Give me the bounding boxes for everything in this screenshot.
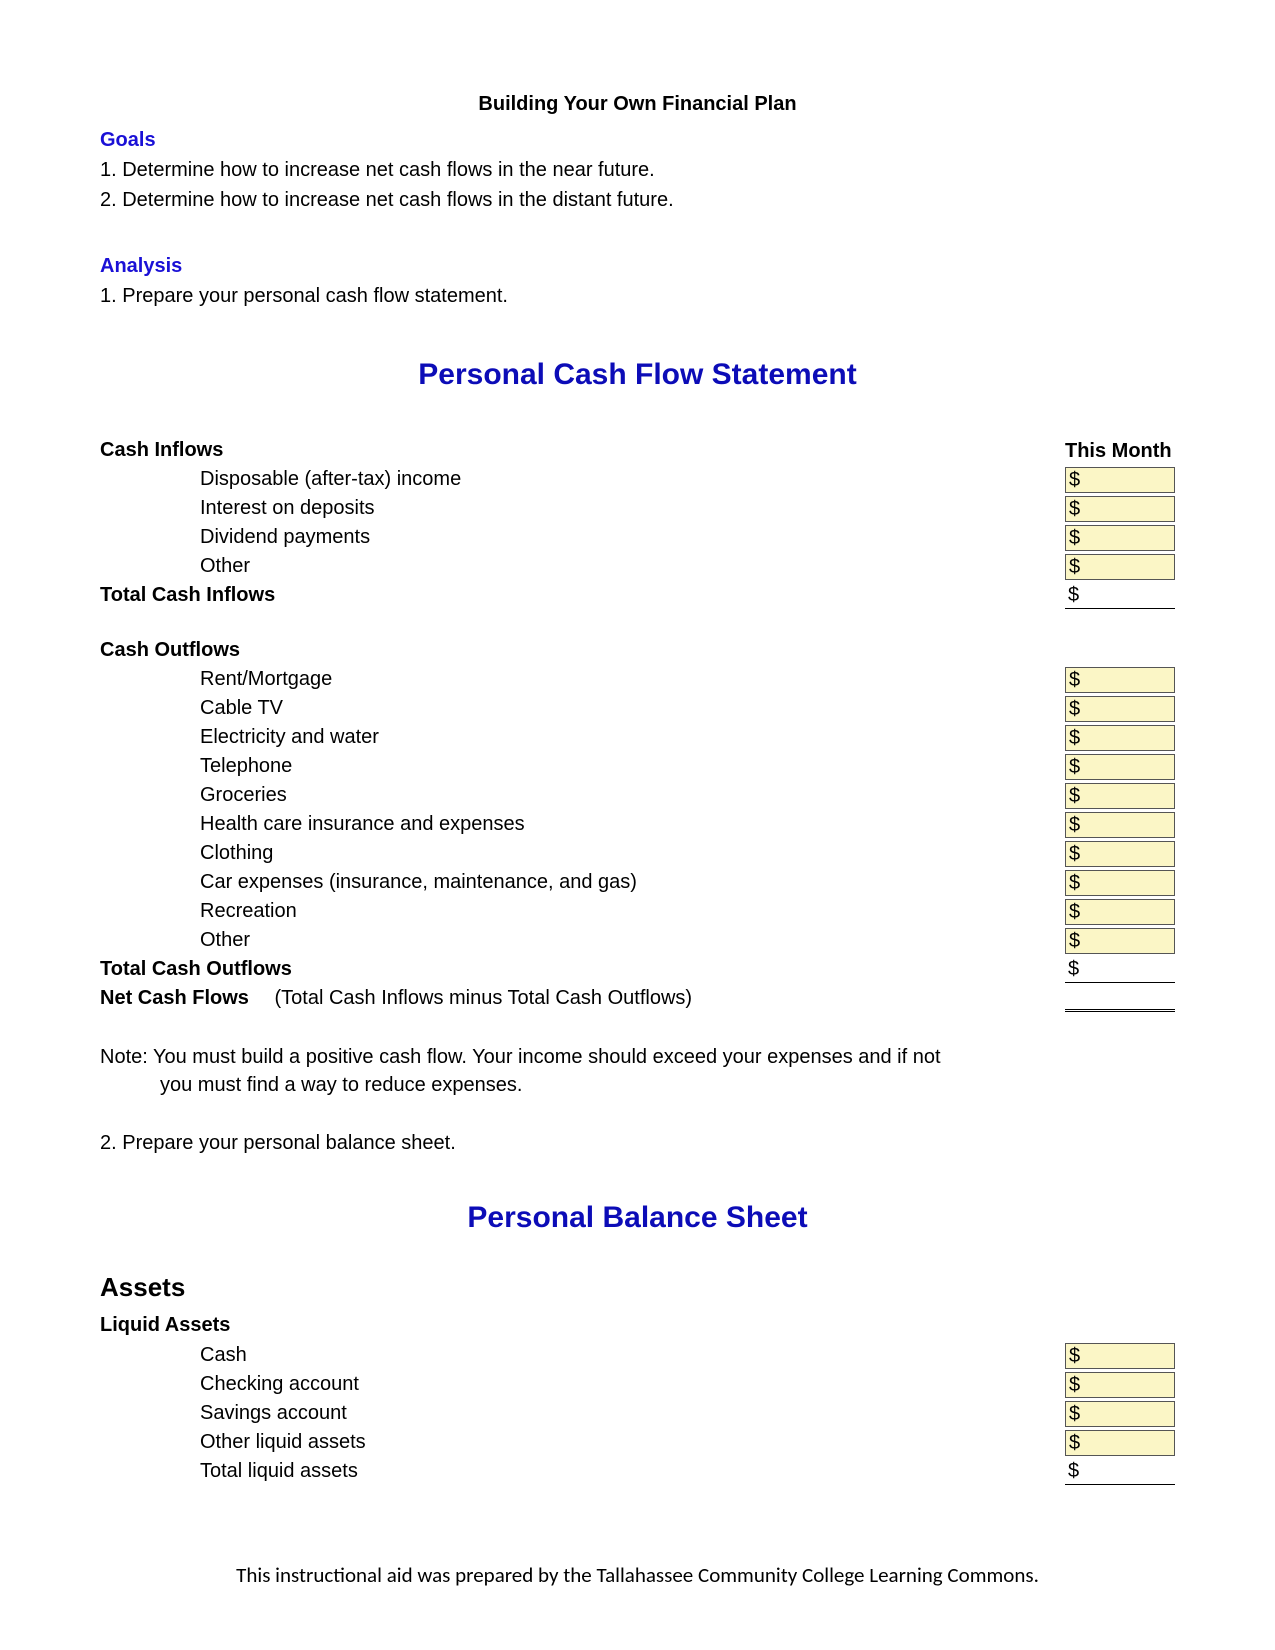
- footer-text: This instructional aid was prepared by t…: [0, 1561, 1275, 1590]
- inflow-input[interactable]: $: [1065, 554, 1175, 580]
- outflow-item-label: Car expenses (insurance, maintenance, an…: [100, 868, 1065, 897]
- outflow-input[interactable]: $: [1065, 928, 1175, 954]
- page-title: Building Your Own Financial Plan: [100, 90, 1175, 118]
- this-month-header: This Month: [1065, 436, 1175, 465]
- outflow-input[interactable]: $: [1065, 899, 1175, 925]
- outflow-input[interactable]: $: [1065, 812, 1175, 838]
- balance-sheet-title: Personal Balance Sheet: [100, 1197, 1175, 1239]
- outflow-item-label: Cable TV: [100, 694, 1065, 723]
- total-outflows-cell: $: [1065, 957, 1175, 983]
- total-outflows-label: Total Cash Outflows: [100, 955, 1065, 984]
- note-block: Note: You must build a positive cash flo…: [100, 1043, 1175, 1099]
- outflow-item-label: Groceries: [100, 781, 1065, 810]
- inflow-item-label: Dividend payments: [100, 523, 1065, 552]
- total-liquid-cell: $: [1065, 1459, 1175, 1485]
- total-liquid-label: Total liquid assets: [100, 1457, 1065, 1486]
- liquid-assets-block: Cash$ Checking account$ Savings account$…: [100, 1341, 1175, 1486]
- net-label-note: (Total Cash Inflows minus Total Cash Out…: [254, 987, 692, 1009]
- cash-outflows-block: Cash Outflows Rent/Mortgage$ Cable TV$ E…: [100, 636, 1175, 1013]
- note-line: you must find a way to reduce expenses.: [100, 1071, 1175, 1099]
- inflow-item-label: Disposable (after-tax) income: [100, 465, 1065, 494]
- goal-item: 1. Determine how to increase net cash fl…: [100, 156, 1175, 184]
- outflow-item-label: Other: [100, 926, 1065, 955]
- outflow-input[interactable]: $: [1065, 783, 1175, 809]
- inflow-input[interactable]: $: [1065, 525, 1175, 551]
- liquid-item-label: Cash: [100, 1341, 1065, 1370]
- outflow-item-label: Rent/Mortgage: [100, 665, 1065, 694]
- total-inflows-cell: $: [1065, 583, 1175, 609]
- outflow-input[interactable]: $: [1065, 754, 1175, 780]
- analysis-item-2: 2. Prepare your personal balance sheet.: [100, 1129, 1175, 1157]
- goal-item: 2. Determine how to increase net cash fl…: [100, 186, 1175, 214]
- outflow-input[interactable]: $: [1065, 870, 1175, 896]
- outflow-input[interactable]: $: [1065, 696, 1175, 722]
- cash-inflows-heading: Cash Inflows: [100, 436, 1065, 465]
- analysis-heading: Analysis: [100, 252, 1175, 280]
- liquid-input[interactable]: $: [1065, 1343, 1175, 1369]
- net-cash-flows-label: Net Cash Flows (Total Cash Inflows minus…: [100, 984, 1065, 1013]
- liquid-item-label: Checking account: [100, 1370, 1065, 1399]
- cash-outflows-heading: Cash Outflows: [100, 636, 1065, 665]
- outflow-item-label: Recreation: [100, 897, 1065, 926]
- outflow-item-label: Electricity and water: [100, 723, 1065, 752]
- outflow-input[interactable]: $: [1065, 841, 1175, 867]
- assets-heading: Assets: [100, 1269, 1175, 1305]
- liquid-item-label: Other liquid assets: [100, 1428, 1065, 1457]
- liquid-item-label: Savings account: [100, 1399, 1065, 1428]
- outflow-input[interactable]: $: [1065, 667, 1175, 693]
- liquid-assets-heading: Liquid Assets: [100, 1311, 1175, 1339]
- liquid-input[interactable]: $: [1065, 1430, 1175, 1456]
- cash-flow-title: Personal Cash Flow Statement: [100, 354, 1175, 396]
- total-inflows-label: Total Cash Inflows: [100, 581, 1065, 610]
- inflow-input[interactable]: $: [1065, 496, 1175, 522]
- inflow-item-label: Other: [100, 552, 1065, 581]
- goals-heading: Goals: [100, 126, 1175, 154]
- note-line: Note: You must build a positive cash flo…: [100, 1043, 1175, 1071]
- net-label-text: Net Cash Flows: [100, 987, 249, 1009]
- outflow-item-label: Health care insurance and expenses: [100, 810, 1065, 839]
- cash-inflows-block: Cash Inflows This Month Disposable (afte…: [100, 436, 1175, 610]
- net-cash-flows-cell: [1065, 986, 1175, 1012]
- liquid-input[interactable]: $: [1065, 1372, 1175, 1398]
- outflow-input[interactable]: $: [1065, 725, 1175, 751]
- outflow-item-label: Telephone: [100, 752, 1065, 781]
- analysis-item: 1. Prepare your personal cash flow state…: [100, 282, 1175, 310]
- inflow-input[interactable]: $: [1065, 467, 1175, 493]
- outflow-item-label: Clothing: [100, 839, 1065, 868]
- inflow-item-label: Interest on deposits: [100, 494, 1065, 523]
- liquid-input[interactable]: $: [1065, 1401, 1175, 1427]
